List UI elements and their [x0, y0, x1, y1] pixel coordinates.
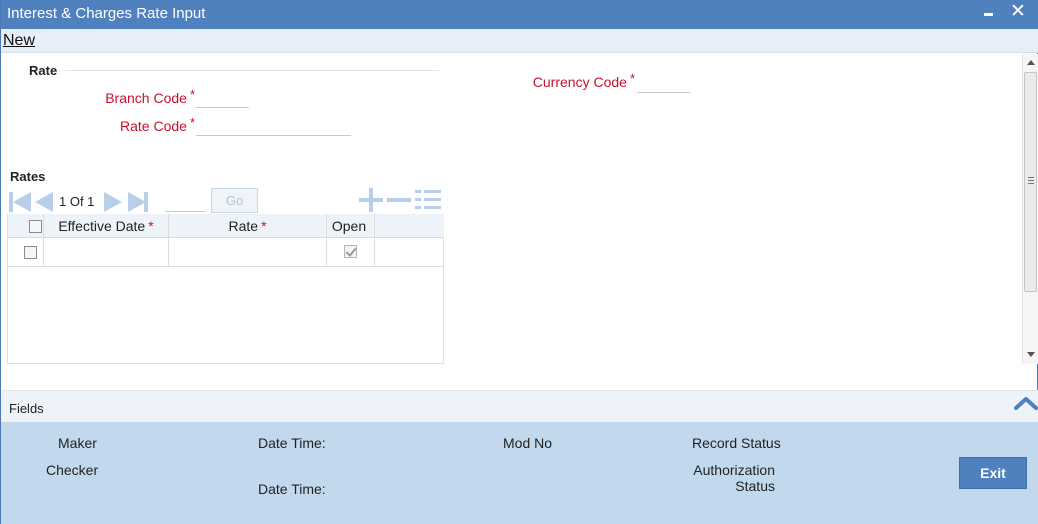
effective-date-header[interactable]: Effective Date *: [44, 214, 169, 237]
currency-code-label: Currency Code *: [532, 71, 635, 90]
scroll-thumb[interactable]: [1024, 72, 1037, 292]
open-header[interactable]: Open: [327, 214, 375, 237]
table-header-row: Effective Date * Rate * Open: [8, 214, 444, 238]
vertical-scrollbar[interactable]: [1022, 54, 1038, 364]
exit-button[interactable]: Exit: [959, 457, 1027, 489]
interest-charges-rate-window: Interest & Charges Rate Input ✕ New Rate…: [0, 0, 1038, 524]
rate-section-title: Rate: [29, 63, 58, 78]
checker-label: Checker: [46, 462, 99, 478]
table-row: [8, 238, 444, 267]
delete-row-icon[interactable]: [387, 198, 411, 202]
fields-bar: Fields: [1, 390, 1038, 422]
maker-date-time-label: Date Time:: [258, 435, 326, 451]
branch-code-input[interactable]: [196, 90, 249, 108]
rate-header[interactable]: Rate *: [169, 214, 327, 237]
scroll-down-arrow-icon[interactable]: [1027, 352, 1035, 357]
new-link[interactable]: New: [3, 32, 35, 50]
go-button[interactable]: Go: [211, 188, 258, 213]
rate-code-input[interactable]: [196, 118, 351, 136]
mod-no-label: Mod No: [503, 435, 553, 451]
page-indicator: 1 Of 1: [59, 194, 95, 209]
audit-footer: Maker Checker Date Time: Date Time: Mod …: [1, 422, 1038, 524]
minimize-icon[interactable]: [979, 2, 999, 24]
page-number-input[interactable]: [165, 192, 205, 212]
rates-section-title: Rates: [10, 169, 46, 184]
rate-section-divider: [65, 70, 439, 71]
open-checkbox[interactable]: [344, 245, 357, 258]
scroll-up-arrow-icon[interactable]: [1027, 60, 1035, 65]
rate-code-label: Rate Code *: [120, 115, 195, 134]
maker-label: Maker: [58, 435, 97, 451]
rates-table: Effective Date * Rate * Open: [7, 214, 444, 364]
previous-page-icon[interactable]: [35, 192, 53, 212]
menu-bar: New: [1, 29, 1038, 53]
select-all-cell: [8, 214, 44, 237]
effective-date-cell[interactable]: [44, 238, 169, 266]
row-select-cell: [8, 238, 44, 266]
collapse-chevron-up-icon[interactable]: [1014, 395, 1038, 411]
open-cell: [327, 238, 375, 266]
fields-label[interactable]: Fields: [9, 401, 44, 416]
rate-cell[interactable]: [169, 238, 327, 266]
authorization-status-label: Status: [735, 478, 775, 494]
row-select-checkbox[interactable]: [24, 246, 37, 259]
authorization-label: Authorization: [693, 462, 775, 478]
title-bar: Interest & Charges Rate Input ✕: [1, 0, 1038, 29]
next-page-icon[interactable]: [104, 192, 122, 212]
single-view-icon[interactable]: [415, 189, 441, 211]
checker-date-time-label: Date Time:: [258, 481, 326, 497]
window-title: Interest & Charges Rate Input: [7, 5, 206, 22]
main-content: Rate Branch Code * Rate Code * Currency Co…: [1, 54, 1022, 390]
record-status-label: Record Status: [692, 435, 781, 451]
select-all-checkbox[interactable]: [29, 220, 42, 233]
currency-code-input[interactable]: [637, 75, 690, 93]
close-icon[interactable]: ✕: [1008, 0, 1028, 22]
add-row-icon[interactable]: [359, 188, 383, 212]
branch-code-label: Branch Code *: [105, 87, 195, 106]
